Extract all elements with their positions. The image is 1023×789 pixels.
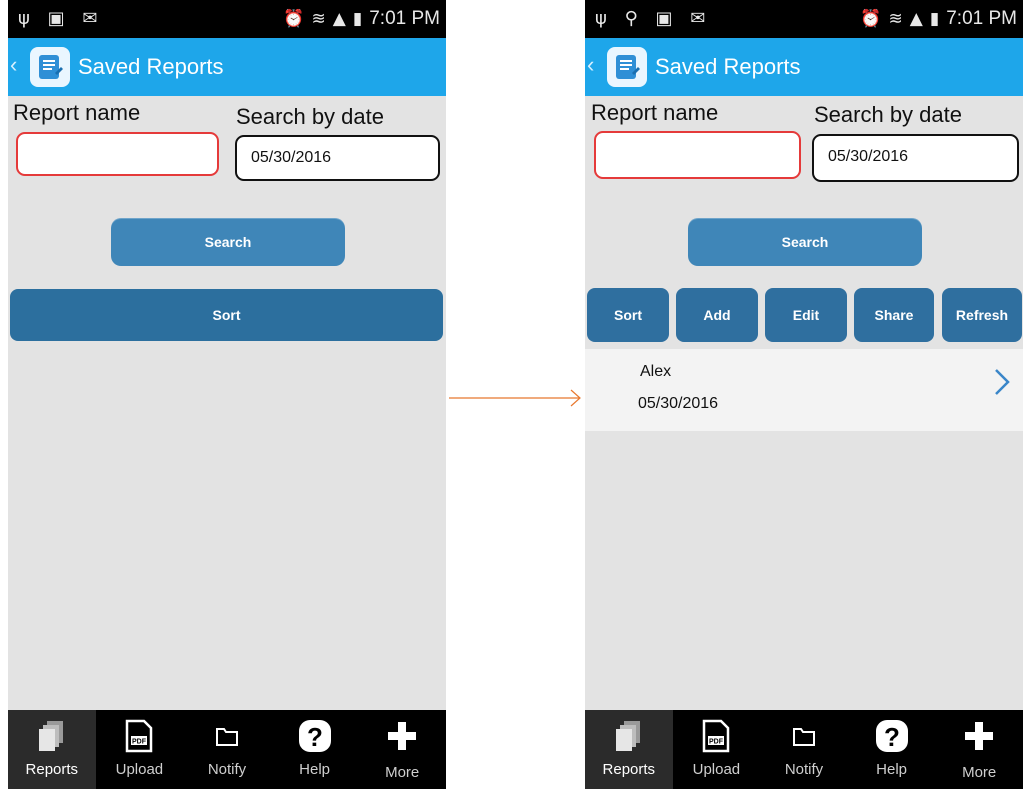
- plus-icon: [935, 718, 1023, 754]
- svg-text:PDF: PDF: [709, 739, 724, 746]
- svg-text:?: ?: [307, 722, 323, 752]
- report-logo-icon: [607, 47, 647, 87]
- wifi-icon: ≋: [311, 9, 326, 29]
- phone-screen-before: ψ ▣ ✉ ⏰ ≋ ▲ ▮ 7:01 PM ‹ Saved Reports Re…: [8, 0, 446, 789]
- plus-icon: [358, 718, 446, 754]
- status-bar: ψ ▣ ✉ ⏰ ≋ ▲ ▮ 7:01 PM: [8, 0, 446, 38]
- tab-label: More: [385, 764, 420, 781]
- date-input[interactable]: 05/30/2016: [812, 134, 1019, 182]
- status-icons-left: ψ ⚲ ▣ ✉: [595, 8, 712, 29]
- app-bar: ‹ Saved Reports: [585, 38, 1023, 96]
- tab-reports[interactable]: Reports: [585, 710, 673, 789]
- status-bar: ψ ⚲ ▣ ✉ ⏰ ≋ ▲ ▮ 7:01 PM: [585, 0, 1023, 38]
- tab-reports[interactable]: Reports: [8, 710, 96, 789]
- tab-upload[interactable]: PDF Upload: [96, 710, 184, 789]
- svg-text:PDF: PDF: [132, 739, 147, 746]
- folder-icon: [760, 718, 848, 754]
- tab-help[interactable]: ? Help: [848, 710, 936, 789]
- report-logo-icon: [30, 47, 70, 87]
- page-title: Saved Reports: [655, 54, 801, 79]
- refresh-button[interactable]: Refresh: [942, 288, 1022, 342]
- help-icon: ?: [848, 718, 936, 754]
- phone-screen-after: ψ ⚲ ▣ ✉ ⏰ ≋ ▲ ▮ 7:01 PM ‹ Saved Reports …: [585, 0, 1023, 789]
- tab-upload[interactable]: PDF Upload: [673, 710, 761, 789]
- tab-bar: Reports PDF Upload Notify ? Help More: [8, 710, 446, 789]
- add-button[interactable]: Add: [676, 288, 758, 342]
- wifi-icon: ≋: [888, 9, 903, 29]
- app-bar: ‹ Saved Reports: [8, 38, 446, 96]
- battery-icon: ▮: [929, 9, 940, 29]
- tab-label: Help: [299, 761, 330, 778]
- reports-icon: [585, 718, 673, 754]
- edit-button[interactable]: Edit: [765, 288, 847, 342]
- back-button[interactable]: ‹: [587, 52, 594, 78]
- search-button[interactable]: Search: [111, 218, 345, 266]
- report-item-name: Alex: [640, 363, 672, 380]
- page-title: Saved Reports: [78, 54, 224, 79]
- tab-bar: Reports PDF Upload Notify ? Help More: [585, 710, 1023, 789]
- reports-icon: [8, 718, 96, 754]
- report-name-input[interactable]: [16, 132, 219, 176]
- status-icons-left: ψ ▣ ✉: [18, 8, 104, 29]
- status-time: 7:01 PM: [369, 8, 440, 29]
- tab-label: Upload: [692, 761, 741, 778]
- alarm-icon: ⏰: [283, 9, 305, 29]
- svg-text:?: ?: [884, 722, 900, 752]
- folder-icon: [183, 718, 271, 754]
- search-by-date-label: Search by date: [236, 104, 384, 129]
- status-time: 7:01 PM: [946, 8, 1017, 29]
- signal-icon: ▲: [909, 9, 923, 29]
- report-item-date: 05/30/2016: [638, 395, 719, 412]
- flow-arrow-icon: [449, 389, 581, 407]
- share-button[interactable]: Share: [854, 288, 934, 342]
- alarm-icon: ⏰: [860, 9, 882, 29]
- tab-label: Notify: [207, 761, 247, 778]
- sort-button[interactable]: Sort: [587, 288, 669, 342]
- search-by-date-label: Search by date: [814, 102, 962, 127]
- battery-icon: ▮: [352, 9, 363, 29]
- tab-label: Help: [876, 761, 907, 778]
- tab-label: More: [962, 764, 997, 781]
- search-button[interactable]: Search: [688, 218, 922, 266]
- tab-label: Notify: [784, 761, 824, 778]
- report-name-input[interactable]: [594, 131, 801, 179]
- tab-notify[interactable]: Notify: [760, 710, 848, 789]
- tab-more[interactable]: More: [935, 710, 1023, 789]
- tab-help[interactable]: ? Help: [271, 710, 359, 789]
- help-icon: ?: [271, 718, 359, 754]
- status-icons-right: ⏰ ≋ ▲ ▮ 7:01 PM: [283, 8, 440, 30]
- back-button[interactable]: ‹: [10, 52, 17, 78]
- tab-label: Reports: [25, 761, 79, 778]
- list-item[interactable]: Alex 05/30/2016: [585, 349, 1023, 431]
- tab-notify[interactable]: Notify: [183, 710, 271, 789]
- pdf-icon: PDF: [96, 718, 184, 754]
- tab-label: Upload: [115, 761, 164, 778]
- status-icons-right: ⏰ ≋ ▲ ▮ 7:01 PM: [860, 8, 1017, 30]
- report-name-label: Report name: [591, 100, 719, 125]
- tab-label: Reports: [602, 761, 656, 778]
- pdf-icon: PDF: [673, 718, 761, 754]
- tab-more[interactable]: More: [358, 710, 446, 789]
- date-input[interactable]: 05/30/2016: [235, 135, 440, 181]
- signal-icon: ▲: [332, 9, 346, 29]
- chevron-right-icon: [993, 367, 1011, 406]
- sort-button[interactable]: Sort: [10, 289, 443, 341]
- report-name-label: Report name: [13, 100, 141, 125]
